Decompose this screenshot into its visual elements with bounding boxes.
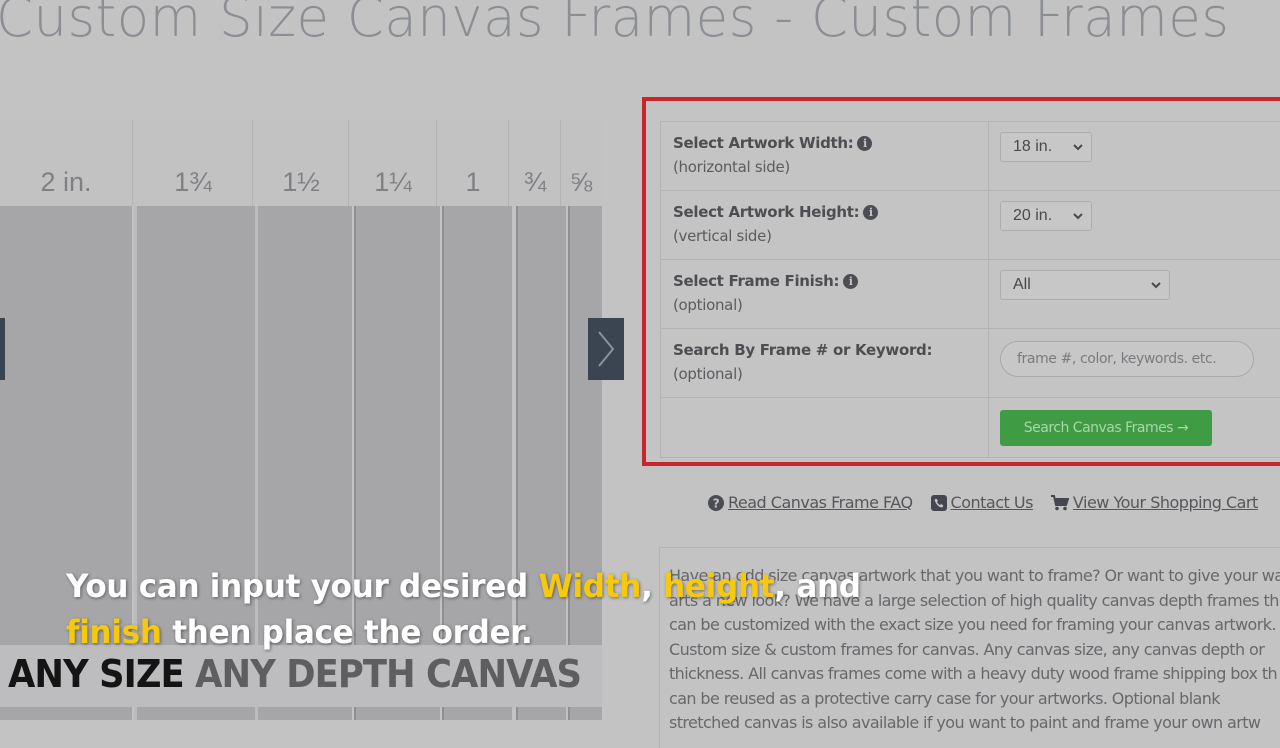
video-subtitle: You can input your desired Width, height…	[66, 563, 861, 655]
info-circle-icon[interactable]: i	[857, 136, 872, 151]
depth-label: 1¼	[349, 167, 437, 198]
faq-link[interactable]: ? Read Canvas Frame FAQ	[708, 493, 913, 512]
help-links: ? Read Canvas Frame FAQ Contact Us View …	[708, 493, 1258, 512]
caption-any-depth: ANY DEPTH CANVAS	[195, 652, 581, 696]
info-circle-icon[interactable]: i	[843, 274, 858, 289]
chevron-down-icon	[1073, 211, 1083, 221]
width-select[interactable]: 18 in.	[1000, 132, 1092, 162]
depth-column-header: 1¼	[348, 120, 437, 206]
carousel-prev-button[interactable]	[0, 318, 5, 380]
description-line: stretched canvas is also available if yo…	[669, 711, 1280, 736]
highlight-width: Width	[538, 567, 641, 605]
description-line: thickness. All canvas frames come with a…	[669, 662, 1280, 687]
depth-label: 1	[437, 167, 509, 198]
info-circle-icon[interactable]: i	[863, 205, 878, 220]
depth-label: ¾	[509, 167, 561, 198]
width-select-value: 18 in.	[1013, 138, 1052, 156]
caption-any-size: ANY SIZE	[8, 652, 184, 696]
depth-label: 1¾	[133, 167, 253, 198]
keyword-sublabel: (optional)	[673, 365, 988, 383]
finish-select[interactable]: All	[1000, 270, 1170, 300]
depth-label: 1½	[253, 167, 349, 198]
frame-search-panel: Select Artwork Width: i (horizontal side)…	[642, 97, 1280, 466]
height-select-value: 20 in.	[1013, 207, 1052, 225]
finish-select-value: All	[1013, 276, 1031, 294]
subtitle-line-1: You can input your desired Width, height…	[66, 563, 861, 609]
question-circle-icon: ?	[708, 495, 724, 511]
highlight-finish: finish	[66, 613, 162, 651]
keyword-search-input[interactable]: frame #, color, keywords. etc.	[1000, 341, 1254, 377]
form-row-width: Select Artwork Width: i (horizontal side)…	[661, 122, 1280, 191]
depth-column-header: 1½	[252, 120, 349, 206]
cart-link[interactable]: View Your Shopping Cart	[1051, 493, 1258, 512]
width-label: Select Artwork Width:	[673, 134, 853, 152]
keyword-label: Search By Frame # or Keyword:	[673, 341, 988, 359]
depth-label: ⅝	[561, 167, 601, 198]
form-row-height: Select Artwork Height:i (vertical side) …	[661, 191, 1280, 260]
height-select[interactable]: 20 in.	[1000, 201, 1092, 231]
search-canvas-frames-button[interactable]: Search Canvas Frames →	[1000, 410, 1212, 446]
highlight-height: height	[663, 567, 774, 605]
depth-label: 2 in.	[0, 167, 132, 198]
frame-search-form: Select Artwork Width: i (horizontal side)…	[660, 121, 1280, 458]
sample-caption: ANY SIZE ANY DEPTH CANVAS	[8, 652, 581, 696]
depth-column-header: 1	[436, 120, 509, 206]
chevron-down-icon	[1073, 142, 1083, 152]
chevron-down-icon	[1151, 280, 1161, 290]
form-row-finish: Select Frame Finish: i (optional) All	[661, 260, 1280, 329]
finish-sublabel: (optional)	[673, 296, 988, 314]
width-sublabel: (horizontal side)	[673, 158, 988, 176]
finish-label: Select Frame Finish:	[673, 272, 839, 290]
form-row-keyword: Search By Frame # or Keyword: (optional)…	[661, 329, 1280, 398]
depth-column-header: 2 in.	[0, 120, 132, 206]
form-row-submit: Search Canvas Frames →	[661, 398, 1280, 458]
depth-column-header: ¾	[508, 120, 561, 206]
contact-link[interactable]: Contact Us	[931, 493, 1033, 512]
height-label: Select Artwork Height:	[673, 203, 859, 221]
svg-text:?: ?	[713, 496, 720, 510]
carousel-next-button[interactable]	[588, 318, 624, 380]
chevron-right-icon	[596, 330, 616, 368]
depth-column-header: ⅝	[560, 120, 601, 206]
cart-icon	[1051, 495, 1069, 511]
description-line: can be reused as a protective carry case…	[669, 687, 1280, 712]
subtitle-line-2: finish then place the order.	[66, 609, 861, 655]
phone-icon	[931, 495, 947, 511]
height-sublabel: (vertical side)	[673, 227, 988, 245]
depth-column-header: 1¾	[132, 120, 253, 206]
page-title: Custom Size Canvas Frames - Custom Frame…	[0, 0, 1229, 49]
